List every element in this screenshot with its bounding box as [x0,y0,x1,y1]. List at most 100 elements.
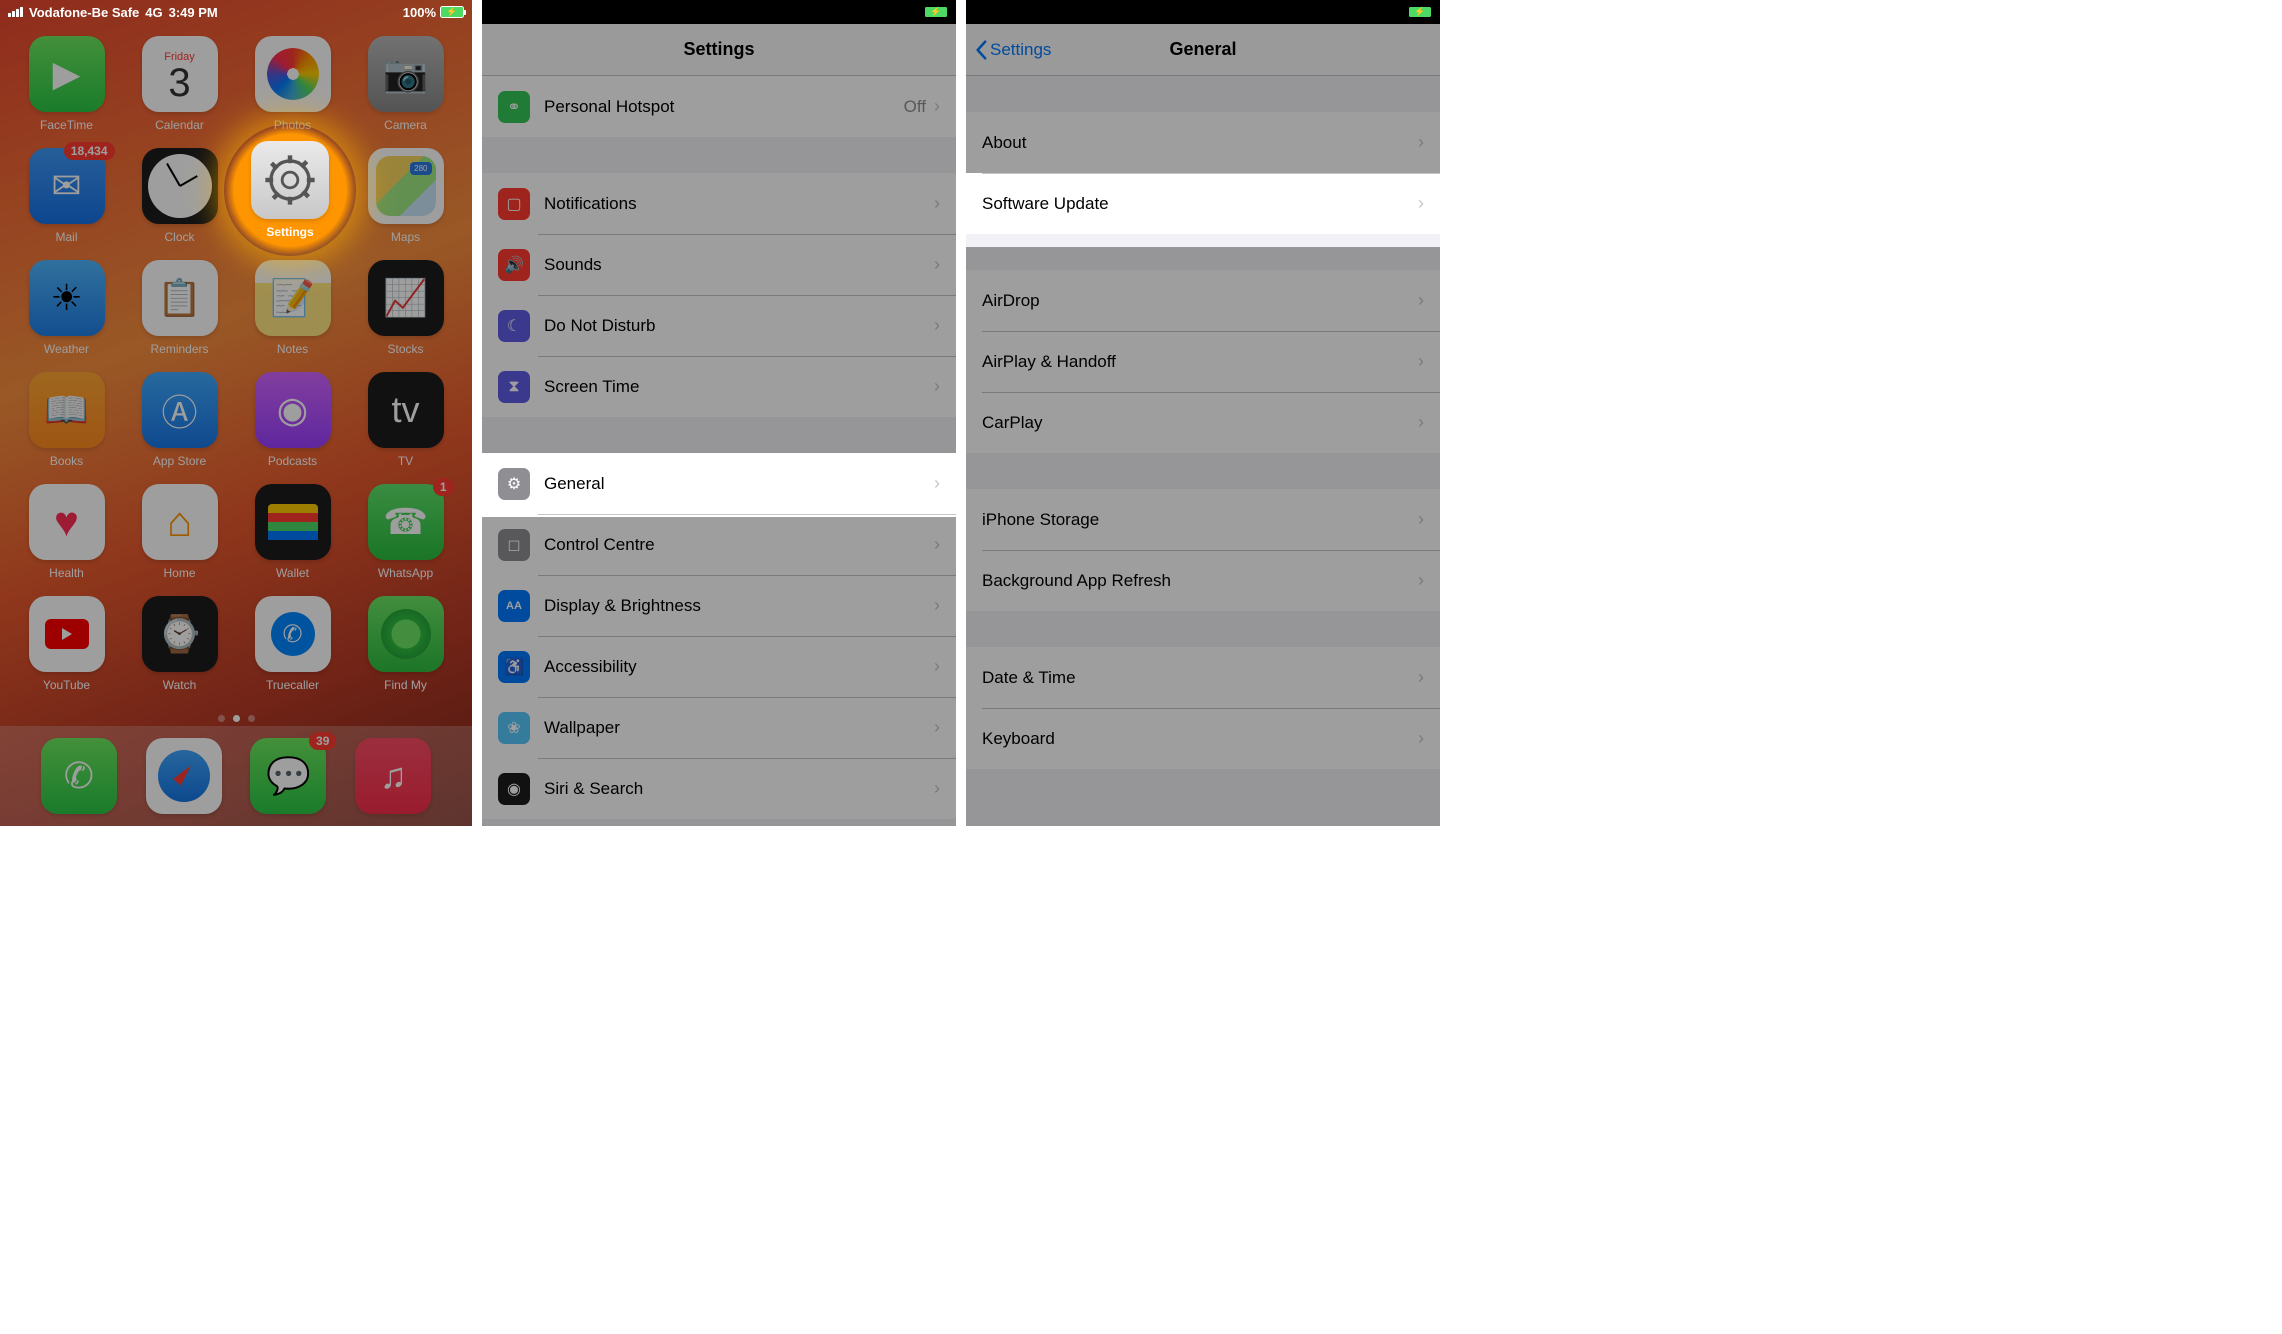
app-calendar[interactable]: Friday3Calendar [133,36,226,148]
clock-icon [142,148,218,224]
screen-home: Vodafone-Be Safe 4G 3:49 PM 100% ⚡ ▶Face… [0,0,472,826]
stocks-icon: 📈 [368,260,444,336]
app-facetime[interactable]: ▶FaceTime [20,36,113,148]
network-label: 4G [145,5,162,20]
whatsapp-badge: 1 [433,478,454,496]
chevron-right-icon: › [1418,132,1424,153]
row-general[interactable]: ⚙General› [482,453,956,514]
nav-title: General [1169,39,1236,60]
app-clock[interactable]: Clock [133,148,226,260]
chevron-right-icon: › [1418,193,1424,214]
health-icon: ♥ [29,484,105,560]
screen-settings: Vodafone-Be Safe 4G 3:49 PM 100% ⚡ Setti… [482,0,956,826]
nav-bar: Settings [482,24,956,76]
app-findmy[interactable]: Find My [359,596,452,708]
row-date-time[interactable]: Date & Time› [966,647,1440,708]
app-health[interactable]: ♥Health [20,484,113,596]
app-mail[interactable]: ✉18,434Mail [20,148,113,260]
row-storage[interactable]: iPhone Storage› [966,489,1440,550]
app-notes[interactable]: 📝Notes [246,260,339,372]
row-screen-time[interactable]: ⧗Screen Time› [482,356,956,417]
chevron-right-icon: › [1418,290,1424,311]
row-control-centre[interactable]: ◻Control Centre› [482,514,956,575]
battery-icon: ⚡ [924,6,948,18]
row-notifications[interactable]: ▢Notifications› [482,173,956,234]
music-icon: ♫ [355,738,431,814]
carrier-label: Vodafone-Be Safe [29,5,139,20]
app-reminders[interactable]: 📋Reminders [133,260,226,372]
books-icon: 📖 [29,372,105,448]
clock-label: 3:49 PM [651,5,700,20]
row-keyboard[interactable]: Keyboard› [966,708,1440,769]
app-maps[interactable]: Maps [359,148,452,260]
row-bg-refresh[interactable]: Background App Refresh› [966,550,1440,611]
app-whatsapp[interactable]: ☎1WhatsApp [359,484,452,596]
app-truecaller[interactable]: ✆Truecaller [246,596,339,708]
siri-icon: ◉ [498,773,530,805]
dock-messages[interactable]: 💬39 [250,738,326,814]
settings-list[interactable]: ⚭Personal HotspotOff› ▢Notifications› 🔊S… [482,76,956,826]
row-airplay[interactable]: AirPlay & Handoff› [966,331,1440,392]
general-icon: ⚙ [498,468,530,500]
row-dnd[interactable]: ☾Do Not Disturb› [482,295,956,356]
chevron-right-icon: › [1418,570,1424,591]
chevron-right-icon: › [934,473,940,494]
photos-icon [255,36,331,112]
row-about[interactable]: About› [966,112,1440,173]
signal-icon [974,7,989,17]
row-siri[interactable]: ◉Siri & Search› [482,758,956,819]
chevron-right-icon: › [1418,509,1424,530]
signal-icon [490,7,505,17]
safari-icon [146,738,222,814]
carrier-label: Vodafone-Be Safe [995,5,1105,20]
chevron-right-icon: › [1418,728,1424,749]
row-accessibility[interactable]: ♿Accessibility› [482,636,956,697]
sounds-icon: 🔊 [498,249,530,281]
app-camera[interactable]: 📷Camera [359,36,452,148]
app-wallet[interactable]: Wallet [246,484,339,596]
app-appstore[interactable]: ⒶApp Store [133,372,226,484]
general-list[interactable]: About› Software Update› AirDrop› AirPlay… [966,76,1440,826]
battery-pct: 100% [1371,5,1404,20]
chevron-right-icon: › [934,96,940,117]
camera-icon: 📷 [368,36,444,112]
row-carplay[interactable]: CarPlay› [966,392,1440,453]
dock-music[interactable]: ♫ [355,738,431,814]
app-settings[interactable]: Settings [251,141,329,239]
battery-icon: ⚡ [440,6,464,18]
dock-phone[interactable]: ✆ [41,738,117,814]
chevron-right-icon: › [934,254,940,275]
page-indicator [0,715,472,722]
row-sounds[interactable]: 🔊Sounds› [482,234,956,295]
row-wallpaper[interactable]: ❀Wallpaper› [482,697,956,758]
app-tv[interactable]: tvTV [359,372,452,484]
chevron-right-icon: › [934,534,940,555]
reminders-icon: 📋 [142,260,218,336]
row-software-update[interactable]: Software Update› [966,173,1440,234]
control-centre-icon: ◻ [498,529,530,561]
app-grid: ▶FaceTime Friday3Calendar Photos 📷Camera… [0,36,472,726]
app-books[interactable]: 📖Books [20,372,113,484]
dock-safari[interactable] [146,738,222,814]
row-display[interactable]: AADisplay & Brightness› [482,575,956,636]
app-youtube[interactable]: YouTube [20,596,113,708]
messages-icon: 💬39 [250,738,326,814]
chevron-right-icon: › [934,595,940,616]
app-watch[interactable]: ⌚Watch [133,596,226,708]
screen-general: Vodafone-Be Safe 4G 4:02 PM 100% ⚡ Setti… [966,0,1440,826]
chevron-right-icon: › [1418,412,1424,433]
nav-title: Settings [683,39,754,60]
back-button[interactable]: Settings [974,40,1051,60]
app-podcasts[interactable]: ◉Podcasts [246,372,339,484]
app-weather[interactable]: ☀Weather [20,260,113,372]
row-airdrop[interactable]: AirDrop› [966,270,1440,331]
clock-label: 3:49 PM [169,5,218,20]
phone-icon: ✆ [41,738,117,814]
chevron-left-icon [974,40,988,60]
screentime-icon: ⧗ [498,371,530,403]
app-home[interactable]: ⌂Home [133,484,226,596]
app-stocks[interactable]: 📈Stocks [359,260,452,372]
row-personal-hotspot[interactable]: ⚭Personal HotspotOff› [482,76,956,137]
battery-pct: 100% [887,5,920,20]
wallpaper-icon: ❀ [498,712,530,744]
